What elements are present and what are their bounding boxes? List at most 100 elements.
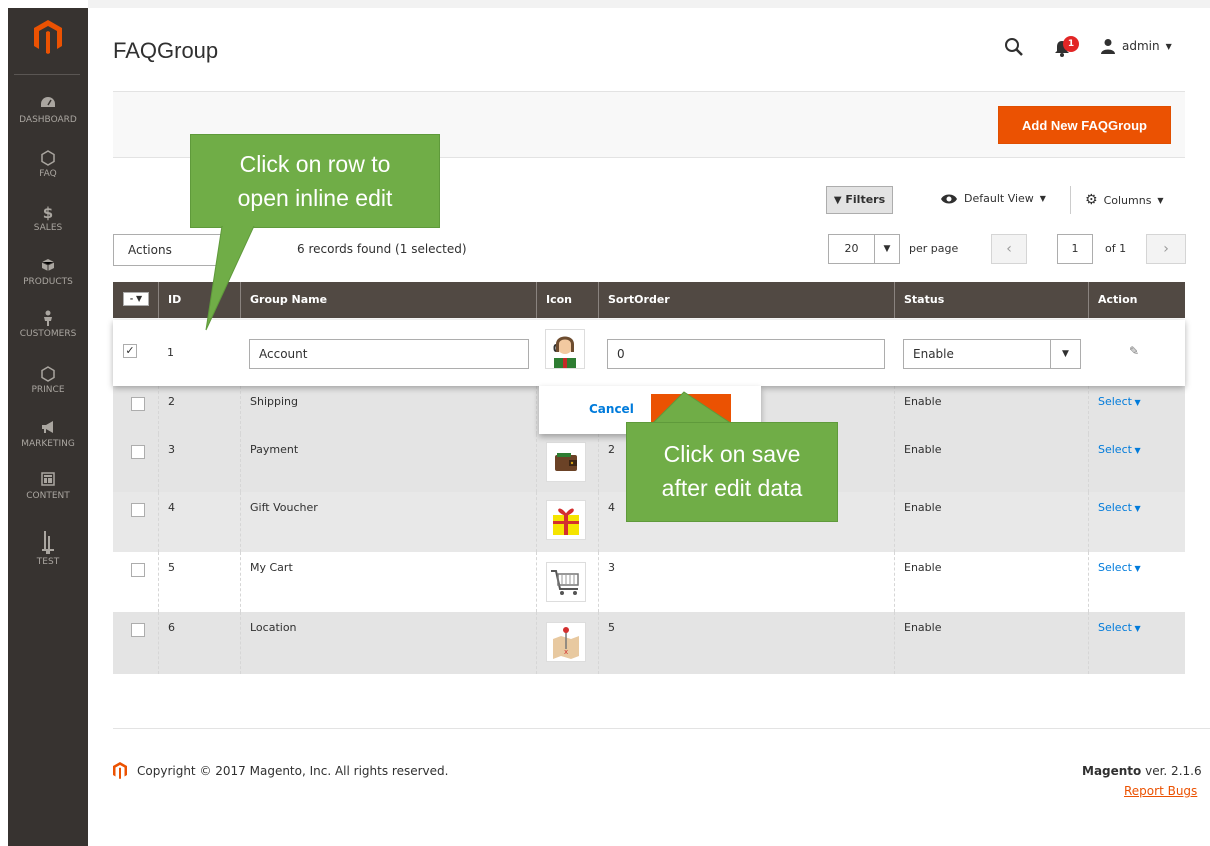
group-name-input[interactable]: Account [249, 339, 529, 369]
callout-open-inline-edit: Click on row to open inline edit [190, 134, 440, 228]
row-action-select[interactable]: Select ▼ [1088, 552, 1185, 612]
magento-logo-icon[interactable] [8, 20, 88, 60]
chevron-down-icon: ▼ [1165, 41, 1172, 51]
row-status: Enable [894, 386, 1088, 434]
sidebar-item-test[interactable]: TEST [8, 530, 88, 567]
row-checkbox[interactable] [131, 397, 145, 411]
notification-count-badge: 1 [1063, 36, 1079, 52]
gear-icon: ⚙ [1085, 192, 1098, 208]
chevron-down-icon: ▼ [1131, 624, 1141, 633]
row-checkbox[interactable] [131, 623, 145, 637]
sidebar-item-products[interactable]: PRODUCTS [8, 258, 88, 287]
sidebar-item-sales[interactable]: $ SALES [8, 204, 88, 233]
row-status: Enable [894, 492, 1088, 552]
row-checkbox[interactable] [131, 445, 145, 459]
per-page-select[interactable]: 20 ▼ [828, 234, 900, 264]
eye-icon [941, 194, 957, 203]
cancel-button[interactable]: Cancel [589, 402, 634, 416]
user-icon [1101, 39, 1115, 54]
total-pages-label: of 1 [1105, 242, 1127, 255]
inline-edit-row[interactable]: ✓ 1 Account 0 Enable ▼ ✎ [113, 320, 1185, 386]
chevron-down-icon: ▼ [1039, 194, 1046, 203]
add-new-faqgroup-button[interactable]: Add New FAQGroup [998, 106, 1171, 144]
callout-pointer [205, 226, 255, 331]
sidebar-item-dashboard[interactable]: DASHBOARD [8, 96, 88, 125]
filter-icon: ▼ [833, 195, 842, 206]
sidebar-item-label: SALES [33, 223, 63, 233]
map-pin-icon: x [546, 622, 586, 662]
per-page-value: 20 [829, 235, 875, 263]
sidebar-item-prince[interactable]: PRINCE [8, 366, 88, 395]
row-sort-order: 5 [598, 612, 894, 674]
svg-text:x: x [564, 648, 568, 656]
default-view-dropdown[interactable]: Default View ▼ [940, 192, 1046, 205]
page-title: FAQGroup [113, 38, 219, 63]
callout-line: after edit data [661, 475, 803, 501]
chevron-down-icon: ▼ [883, 244, 891, 254]
filters-button[interactable]: ▼ Filters [826, 186, 893, 214]
columns-dropdown[interactable]: ⚙ Columns ▼ [1085, 192, 1164, 208]
shopping-cart-icon [546, 562, 586, 602]
column-header-sortorder[interactable]: SortOrder [598, 282, 894, 318]
row-checkbox[interactable] [131, 503, 145, 517]
sidebar-item-content[interactable]: CONTENT [8, 472, 88, 501]
row-group-name: Payment [240, 434, 536, 492]
chevron-down-icon: ▼ [1050, 340, 1080, 368]
row-checkbox-checked[interactable]: ✓ [123, 344, 137, 358]
page-number-input[interactable]: 1 [1057, 234, 1093, 264]
wallet-icon [546, 442, 586, 482]
search-icon[interactable] [1003, 36, 1025, 58]
sidebar-item-label: CONTENT [26, 491, 70, 501]
user-name: admin [1122, 39, 1160, 53]
tower-icon [8, 530, 88, 556]
chevron-down-icon: ▼ [1131, 446, 1141, 455]
row-id: 5 [158, 552, 240, 612]
status-select-value: Enable [913, 347, 954, 361]
callout-pointer [652, 391, 732, 425]
previous-page-button[interactable]: ‹ [991, 234, 1027, 264]
megaphone-icon [8, 420, 88, 438]
sidebar-item-label: PRODUCTS [23, 277, 73, 287]
pencil-icon[interactable]: ✎ [1129, 344, 1139, 358]
callout-line: Click on row to [239, 151, 391, 177]
chevron-down-icon: ▼ [1131, 398, 1141, 407]
column-header-status[interactable]: Status [894, 282, 1088, 318]
table-row[interactable]: 6 Location 5 Enable Select ▼ [113, 612, 1185, 674]
sort-order-input[interactable]: 0 [607, 339, 885, 369]
column-header-group-name[interactable]: Group Name [240, 282, 536, 318]
row-group-name: My Cart [240, 552, 536, 612]
sidebar-item-customers[interactable]: CUSTOMERS [8, 310, 88, 339]
dollar-icon: $ [42, 204, 54, 222]
row-status: Enable [894, 434, 1088, 492]
column-header-action: Action [1088, 282, 1185, 318]
row-checkbox[interactable] [131, 563, 145, 577]
row-action-select[interactable]: Select ▼ [1088, 492, 1185, 552]
callout-save-after-edit: Click on save after edit data [626, 422, 838, 522]
layout-icon [8, 472, 88, 490]
sidebar-item-faq[interactable]: FAQ [8, 150, 88, 179]
mass-select-header[interactable]: - ▼ [113, 282, 158, 318]
next-page-button[interactable]: › [1146, 234, 1186, 264]
hexagon-icon [8, 366, 88, 384]
row-action-select[interactable]: Select ▼ [1088, 612, 1185, 674]
row-action-select[interactable]: Select ▼ [1088, 386, 1185, 434]
column-header-icon[interactable]: Icon [536, 282, 598, 318]
edit-row-id: 1 [167, 346, 174, 359]
mass-select-checkbox[interactable]: - ▼ [123, 292, 149, 306]
callout-line: open inline edit [237, 185, 393, 211]
version-text: Magento ver. 2.1.6 [1082, 764, 1202, 778]
admin-sidebar: DASHBOARD FAQ $ SALES PRODUCTS CUSTOMERS… [8, 8, 88, 846]
row-status: Enable [894, 612, 1088, 674]
filters-label: Filters [845, 193, 886, 206]
toolbar-divider [1070, 186, 1071, 214]
row-action-select[interactable]: Select ▼ [1088, 434, 1185, 492]
user-menu[interactable]: admin ▼ [1100, 38, 1172, 54]
row-group-name: Shipping [240, 386, 536, 434]
table-row[interactable]: 5 My Cart 3 Enable Select ▼ [113, 552, 1185, 612]
dashboard-icon [8, 96, 88, 114]
sidebar-item-marketing[interactable]: MARKETING [8, 420, 88, 449]
status-select[interactable]: Enable ▼ [903, 339, 1081, 369]
top-strip [88, 0, 1210, 8]
report-bugs-link[interactable]: Report Bugs [1124, 784, 1197, 798]
row-sort-order: 3 [598, 552, 894, 612]
